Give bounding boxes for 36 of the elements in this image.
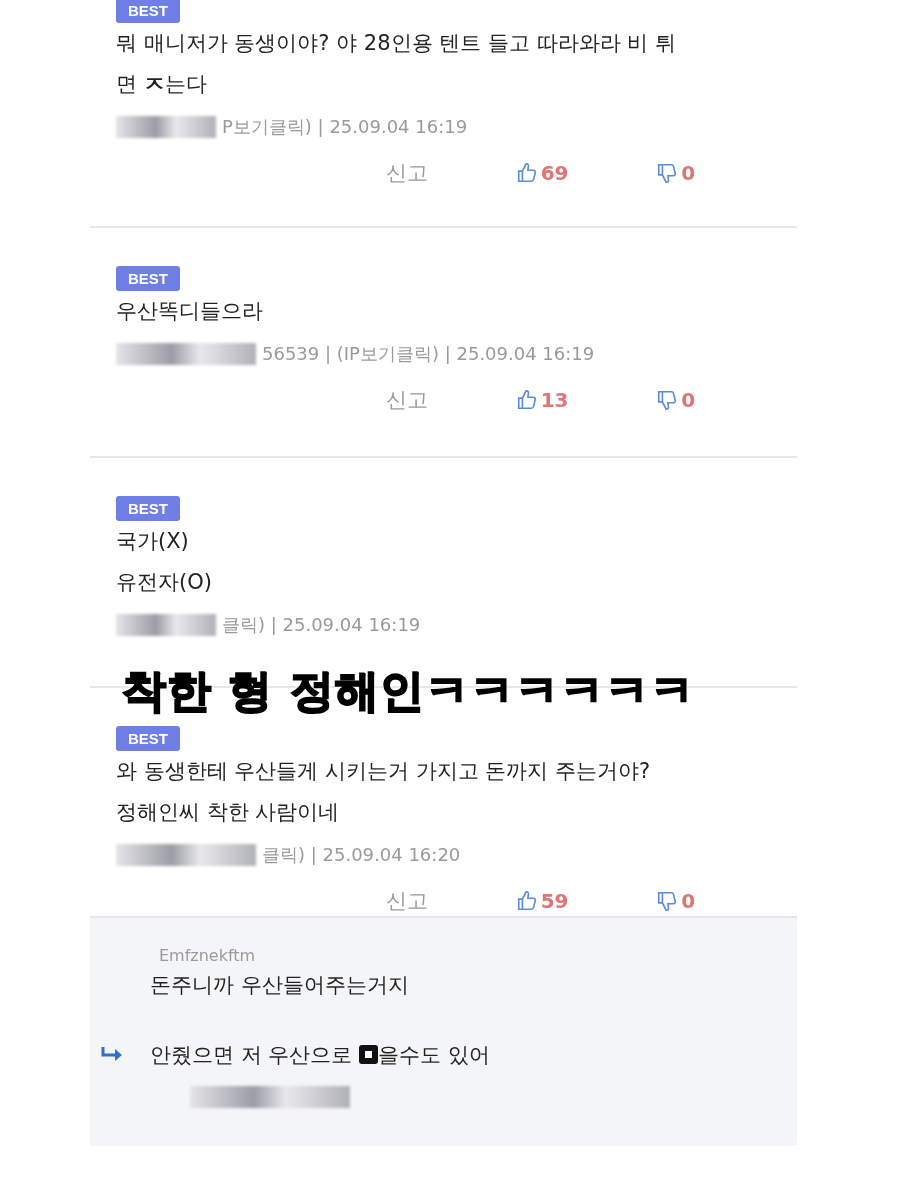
comment-meta: 클릭) | 25.09.04 16:19 <box>222 613 421 637</box>
reply-text: 을수도 있어 <box>378 1043 490 1067</box>
like-button[interactable]: 59 <box>515 889 657 913</box>
comment-meta: 클릭) | 25.09.04 16:20 <box>262 843 461 867</box>
comment-text: 정해인씨 착한 사람이네 <box>116 799 341 826</box>
thumbs-up-icon <box>515 890 538 912</box>
report-link[interactable]: 신고 <box>386 159 516 187</box>
best-badge: BEST <box>116 266 180 291</box>
comment-text: 우산똑디들으라 <box>116 298 264 325</box>
best-badge: BEST <box>116 496 180 521</box>
censor-icon <box>359 1045 379 1064</box>
dislike-button[interactable]: 0 <box>656 161 797 185</box>
comment-meta: P보기클릭) | 25.09.04 16:19 <box>222 115 468 139</box>
reply-text: 안줬으면 저 우산으로 <box>150 1043 354 1067</box>
thumbs-up-icon <box>515 389 538 411</box>
like-button[interactable]: 13 <box>515 388 657 412</box>
like-button[interactable]: 69 <box>515 161 657 185</box>
dislike-button[interactable]: 0 <box>656 889 797 913</box>
comment-text: 면 ㅈ는다 <box>116 71 208 98</box>
best-badge: BEST <box>116 0 180 23</box>
comment-text: 와 동생한테 우산들게 시키는거 가지고 돈까지 주는거야? <box>116 758 652 785</box>
best-badge: BEST <box>116 726 180 751</box>
comment-text: 뭐 매니저가 동생이야? 야 28인용 텐트 들고 따라와라 비 튀 <box>116 30 677 57</box>
report-link[interactable]: 신고 <box>386 386 516 414</box>
comment-text: 국가(X) <box>116 528 190 555</box>
report-link[interactable]: 신고 <box>386 887 516 915</box>
thumbs-up-icon <box>515 162 538 184</box>
reply-author: Emfznekftm <box>159 946 257 965</box>
meme-caption: 착한 형 정해인ㅋㅋㅋㅋㅋㅋ <box>122 664 695 718</box>
comment-text: 유전자(O) <box>116 569 213 596</box>
thumbs-down-icon <box>656 389 679 411</box>
reply-text: 돈주니까 우산들어주는거지 <box>150 972 410 999</box>
thumbs-down-icon <box>656 162 679 184</box>
comment-meta: 56539 | (IP보기클릭) | 25.09.04 16:19 <box>262 342 595 366</box>
dislike-button[interactable]: 0 <box>656 388 797 412</box>
thumbs-down-icon <box>656 890 679 912</box>
